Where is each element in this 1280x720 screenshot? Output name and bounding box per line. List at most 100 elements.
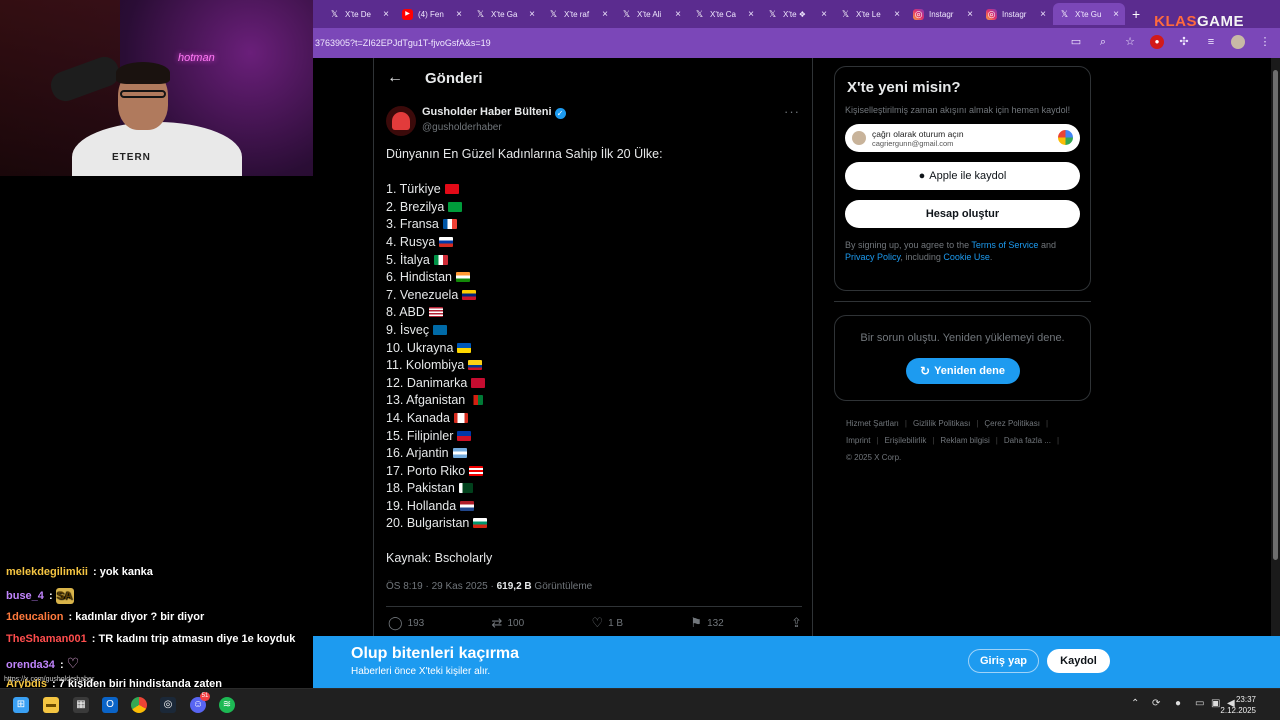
browser-tab[interactable]: ◎ Instagr × (907, 3, 979, 25)
media-queue-icon[interactable]: ≡ (1204, 35, 1218, 49)
google-account-avatar (852, 131, 866, 145)
browser-tab[interactable]: ◎ Instagr × (980, 3, 1052, 25)
footer-link[interactable]: Hizmet Şartları (846, 419, 899, 428)
google-signin-button[interactable]: çağrı olarak oturum açın cagriergunn@gma… (845, 124, 1080, 152)
chat-username[interactable]: melekdegilimkii (6, 566, 88, 578)
zoom-icon[interactable]: ⌕ (1096, 35, 1110, 49)
apple-signup-button[interactable]: ● Apple ile kaydol (845, 162, 1080, 190)
author-name[interactable]: Gusholder Haber Bülteni (422, 106, 552, 118)
footer-separator: | (976, 419, 979, 428)
close-tab-icon[interactable]: × (602, 9, 608, 20)
author-avatar[interactable] (386, 106, 416, 136)
author-name-row[interactable]: Gusholder Haber Bülteni ✓ (422, 106, 566, 119)
more-options-icon[interactable]: ··· (784, 104, 800, 119)
author-handle[interactable]: @gusholderhaber (422, 122, 502, 133)
repost-button[interactable]: ⇄ 100 (492, 615, 525, 631)
browser-tab[interactable]: 𝕏 X'te Gu × (1053, 3, 1125, 25)
browser-tab[interactable]: ▶ (4) Fen × (396, 3, 468, 25)
close-tab-icon[interactable]: × (675, 9, 681, 20)
footer-link[interactable]: Çerez Politikası (984, 419, 1040, 428)
tray-mic-icon[interactable]: ● (1175, 698, 1181, 709)
chat-username[interactable]: TheShaman001 (6, 633, 87, 645)
share-button[interactable]: ⇪ (791, 615, 802, 631)
close-tab-icon[interactable]: × (821, 9, 827, 20)
reply-icon: ◯ (388, 615, 403, 630)
browser-tab[interactable]: 𝕏 X'te De × (323, 3, 395, 25)
reply-button[interactable]: ◯ 193 (388, 615, 424, 631)
retry-button[interactable]: ↻ Yeniden dene (905, 358, 1020, 384)
chrome-icon[interactable] (131, 697, 147, 713)
browser-tab[interactable]: 𝕏 X'te Ga × (469, 3, 541, 25)
close-tab-icon[interactable]: × (1040, 9, 1046, 20)
flag-tr-icon (444, 184, 459, 195)
close-tab-icon[interactable]: × (456, 9, 462, 20)
cookie-link[interactable]: Cookie Use (943, 252, 990, 262)
sidebar-footer: Hizmet Şartları | Gizlilik Politikası | Çere… (834, 415, 1091, 466)
tray-overflow-icon[interactable]: ⌃ (1131, 698, 1139, 709)
tab-title: X'te Ali (637, 9, 662, 19)
close-tab-icon[interactable]: × (967, 9, 973, 20)
footer-row-1: Hizmet Şartları | Gizlilik Politikası | Çere… (846, 415, 1091, 432)
register-button[interactable]: Kaydol (1047, 649, 1110, 673)
country-label: 20. Bulgaristan (386, 516, 470, 531)
windows-start-icon[interactable]: ⊞ (13, 697, 29, 713)
chat-username[interactable]: buse_4 (6, 590, 44, 602)
close-tab-icon[interactable]: × (1113, 9, 1119, 20)
browser-tab[interactable]: 𝕏 X'te Ca × (688, 3, 760, 25)
profile-avatar-icon[interactable] (1231, 35, 1245, 49)
url-text[interactable]: 3763905?t=ZI62EPJdTgu1T-fjvoGsfA&s=19 (315, 38, 491, 48)
chat-username[interactable]: 1deucalion (6, 611, 63, 623)
bookmark-button[interactable]: ⚑ 132 (690, 615, 723, 631)
system-clock[interactable]: 23:37 2.12.2025 (1220, 694, 1256, 716)
footer-link[interactable]: Erişilebilirlik (885, 436, 927, 445)
browser-tab[interactable]: 𝕏 X'te ❖ × (761, 3, 833, 25)
steam-icon[interactable]: ◎ (160, 697, 176, 713)
close-tab-icon[interactable]: × (529, 9, 535, 20)
extension-record-icon[interactable]: ● (1150, 35, 1164, 49)
back-arrow-icon[interactable]: ← (387, 69, 403, 87)
terms-link[interactable]: Terms of Service (971, 240, 1038, 250)
outlook-icon[interactable]: O (102, 697, 118, 713)
chat-message: melekdegilimkii : yok kanka (6, 566, 153, 578)
new-tab-icon[interactable]: + (1132, 6, 1140, 22)
tray-sync-icon[interactable]: ⟳ (1152, 698, 1160, 709)
clock-date: 2.12.2025 (1220, 706, 1256, 715)
close-tab-icon[interactable]: × (894, 9, 900, 20)
country-list-item: 19. Hollanda (386, 498, 806, 516)
extensions-puzzle-icon[interactable]: ✣ (1177, 35, 1191, 49)
scrollbar-thumb[interactable] (1273, 70, 1278, 560)
address-bar[interactable]: 3763905?t=ZI62EPJdTgu1T-fjvoGsfA&s=19 ▭ … (313, 28, 1280, 58)
footer-link[interactable]: Imprint (846, 436, 870, 445)
chat-username[interactable]: orenda34 (6, 659, 55, 671)
bookmark-star-icon[interactable]: ☆ (1123, 35, 1137, 49)
browser-menu-icon[interactable]: ⋮ (1258, 35, 1272, 49)
flag-ph-icon (457, 430, 472, 441)
footer-link[interactable]: Daha fazla ... (1004, 436, 1051, 445)
right-sidebar: X'te yeni misin? Kişiselleştirilmiş zama… (834, 66, 1091, 466)
browser-tab[interactable]: 𝕏 X'te Le × (834, 3, 906, 25)
privacy-link[interactable]: Privacy Policy (845, 252, 900, 262)
x-post-page: ← Gönderi Gusholder Haber Bülteni ✓ @gush… (313, 58, 1271, 636)
flag-nl-icon (460, 500, 475, 511)
tray-display-icon[interactable]: ▭ (1195, 698, 1204, 709)
discord-badge: 51 (200, 692, 210, 701)
browser-tab[interactable]: 𝕏 X'te raf × (542, 3, 614, 25)
flag-ua-icon (457, 342, 472, 353)
country-list: 1. Türkiye 2. Brezilya 3. Fransa 4. Rusya 5.… (386, 181, 806, 533)
page-title: Gönderi (425, 69, 483, 87)
install-app-icon[interactable]: ▭ (1069, 35, 1083, 49)
spotify-icon[interactable]: ≋ (219, 697, 235, 713)
footer-link[interactable]: Reklam bilgisi (940, 436, 989, 445)
tweet-timestamp[interactable]: ÖS 8:19 · 29 Kas 2025 · (386, 581, 497, 592)
microsoft-store-icon[interactable]: ▦ (73, 697, 89, 713)
browser-tab[interactable]: 𝕏 X'te Ali × (615, 3, 687, 25)
like-button[interactable]: ♡ 1 B (591, 615, 623, 631)
login-button[interactable]: Giriş yap (968, 649, 1039, 673)
footer-link[interactable]: Gizlilik Politikası (913, 419, 970, 428)
tray-network-icon[interactable]: ▣ (1211, 698, 1220, 709)
page-scrollbar[interactable] (1271, 58, 1280, 636)
close-tab-icon[interactable]: × (383, 9, 389, 20)
file-explorer-icon[interactable]: ▬ (43, 697, 59, 713)
close-tab-icon[interactable]: × (748, 9, 754, 20)
create-account-button[interactable]: Hesap oluştur (845, 200, 1080, 228)
